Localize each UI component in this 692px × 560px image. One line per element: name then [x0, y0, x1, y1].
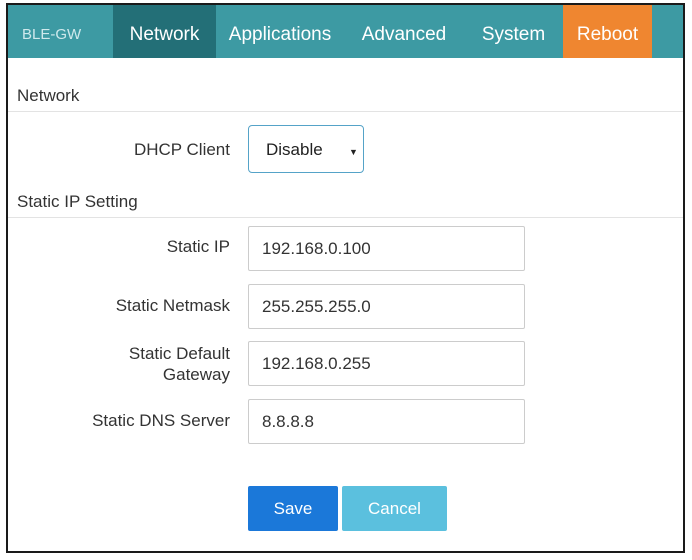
- dropdown-arrow-icon: ▼: [349, 147, 358, 157]
- nav-advanced-tab[interactable]: Advanced: [344, 5, 464, 58]
- cancel-button[interactable]: Cancel: [342, 486, 447, 531]
- static-ip-input[interactable]: 192.168.0.100: [248, 226, 525, 271]
- dhcp-client-label: DHCP Client: [133, 140, 230, 159]
- network-section-divider: [8, 111, 683, 112]
- top-navbar: BLE-GW Network Applications Advanced Sys…: [8, 5, 683, 58]
- static-ip-label: Static IP: [166, 237, 230, 256]
- static-ip-section-divider: [8, 217, 683, 218]
- static-gateway-input[interactable]: 192.168.0.255: [248, 341, 525, 386]
- dhcp-client-selected-value: Disable: [266, 140, 323, 159]
- static-gateway-label-line2: Gateway: [162, 365, 230, 384]
- static-dns-label: Static DNS Server: [92, 411, 230, 430]
- dhcp-client-select[interactable]: Disable ▼: [248, 125, 364, 173]
- static-dns-input[interactable]: 8.8.8.8: [248, 399, 525, 444]
- page-frame: BLE-GW Network Applications Advanced Sys…: [6, 3, 685, 553]
- static-ip-section-title: Static IP Setting: [17, 192, 138, 211]
- static-gateway-label: Static Default Gateway: [8, 343, 230, 385]
- static-gateway-label-line1: Static Default: [128, 344, 230, 363]
- nav-network-tab[interactable]: Network: [113, 5, 216, 58]
- static-netmask-label: Static Netmask: [115, 296, 230, 315]
- nav-applications-tab[interactable]: Applications: [216, 5, 344, 58]
- static-netmask-input[interactable]: 255.255.255.0: [248, 284, 525, 329]
- nav-system-tab[interactable]: System: [464, 5, 563, 58]
- network-section-title: Network: [17, 86, 80, 105]
- save-button[interactable]: Save: [248, 486, 338, 531]
- brand-link[interactable]: BLE-GW: [8, 5, 107, 58]
- nav-reboot-button[interactable]: Reboot: [563, 5, 652, 58]
